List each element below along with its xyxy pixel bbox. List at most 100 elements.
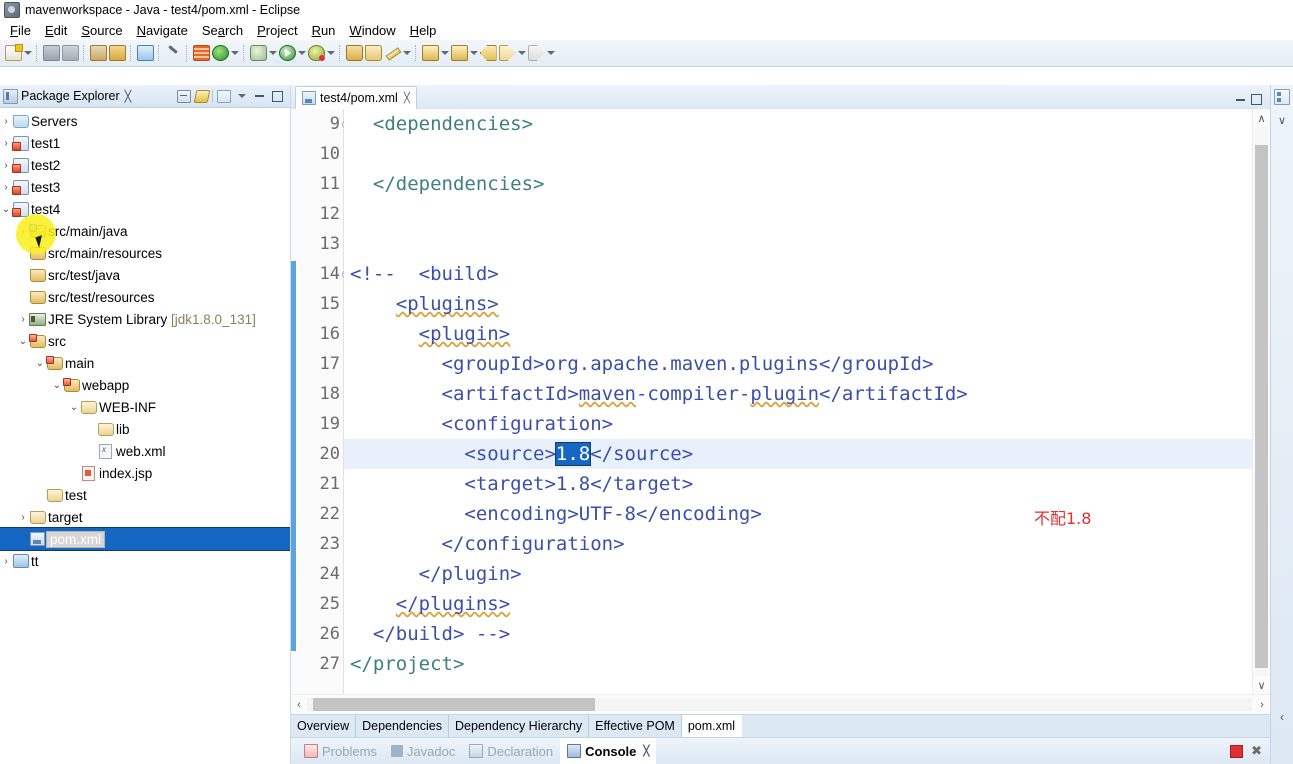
external-tools-dropdown-icon[interactable] bbox=[268, 45, 277, 61]
menu-item-file[interactable]: File bbox=[3, 22, 38, 39]
form-tab-dependencies[interactable]: Dependencies bbox=[356, 715, 450, 737]
search-dropdown-icon[interactable] bbox=[402, 45, 411, 61]
tree-item-main[interactable]: ⌄ main bbox=[0, 352, 290, 374]
code-line[interactable]: </project> bbox=[344, 649, 1252, 679]
tree-item-src[interactable]: ⌄ src bbox=[0, 330, 290, 352]
tree-item-src-test-resources[interactable]: src/test/resources bbox=[0, 286, 290, 308]
forward-dropdown-icon[interactable] bbox=[517, 45, 526, 61]
stop-button[interactable] bbox=[1230, 744, 1244, 758]
code-line[interactable]: <artifactId> maven -compiler-plugin </artif… bbox=[344, 379, 1252, 409]
new-wizard-icon[interactable] bbox=[4, 44, 23, 62]
previous-annotation-dropdown-icon[interactable] bbox=[440, 45, 449, 61]
print-icon[interactable] bbox=[89, 44, 107, 62]
package-explorer-tree[interactable]: › Servers › test1 › test2 › test3 ⌄ test4 › src/mai… bbox=[0, 108, 290, 764]
tree-item-webapp[interactable]: ⌄ webapp bbox=[0, 374, 290, 396]
chevron-down-icon[interactable]: ⌄ bbox=[17, 336, 29, 347]
close-icon[interactable]: ╳ bbox=[125, 90, 132, 103]
view-tab-javadoc[interactable]: Javadoc bbox=[384, 738, 462, 764]
chevron-right-icon[interactable]: › bbox=[0, 160, 12, 171]
undo-icon[interactable] bbox=[108, 44, 126, 62]
tree-item-web-inf[interactable]: ⌄ WEB-INF bbox=[0, 396, 290, 418]
forward-icon[interactable] bbox=[498, 44, 516, 62]
tree-item-pom-xml[interactable]: pom.xml bbox=[0, 527, 290, 551]
scroll-right-icon[interactable]: › bbox=[1254, 699, 1270, 711]
code-line[interactable]: <target>1.8</target> bbox=[344, 469, 1252, 499]
search-icon[interactable] bbox=[383, 44, 401, 62]
tree-item-test3[interactable]: › test3 bbox=[0, 176, 290, 198]
view-menu-icon[interactable] bbox=[216, 89, 231, 104]
code-area[interactable]: <dependencies> </dependencies> <!-- <bui… bbox=[344, 109, 1252, 694]
open-type-icon[interactable] bbox=[345, 44, 363, 62]
tree-item-src-test-java[interactable]: src/test/java bbox=[0, 264, 290, 286]
code-line[interactable]: <!-- <build> bbox=[344, 259, 1252, 289]
collapse-all-icon[interactable] bbox=[176, 89, 191, 104]
menu-item-edit[interactable]: Edit bbox=[38, 22, 74, 39]
minimize-icon[interactable] bbox=[1236, 98, 1245, 101]
code-line[interactable]: <encoding>UTF-8</encoding> bbox=[344, 499, 1252, 529]
arrow-icon[interactable] bbox=[527, 44, 545, 62]
save-all-icon[interactable] bbox=[61, 44, 79, 62]
scroll-up-icon[interactable]: ∧ bbox=[1257, 109, 1265, 127]
scroll-left-icon[interactable]: ‹ bbox=[291, 699, 307, 711]
tree-item-src-main-java[interactable]: › src/main/java bbox=[0, 220, 290, 242]
refresh-dropdown-icon[interactable] bbox=[230, 45, 239, 61]
code-line[interactable]: <dependencies> bbox=[344, 109, 1252, 139]
code-line[interactable]: </build> --> bbox=[344, 619, 1252, 649]
back-icon[interactable] bbox=[479, 44, 497, 62]
chevron-down-icon[interactable]: ⌄ bbox=[34, 358, 46, 369]
form-tab-pom-xml[interactable]: pom.xml bbox=[681, 715, 743, 737]
menu-item-window[interactable]: Window bbox=[342, 22, 402, 39]
code-line[interactable] bbox=[344, 199, 1252, 229]
arrow-dropdown-icon[interactable] bbox=[546, 45, 555, 61]
chevron-down-icon[interactable]: ⌄ bbox=[0, 204, 12, 215]
code-line[interactable]: <configuration> bbox=[344, 409, 1252, 439]
debug-icon[interactable] bbox=[307, 44, 325, 62]
previous-annotation-icon[interactable] bbox=[421, 44, 439, 62]
form-tab-overview[interactable]: Overview bbox=[291, 715, 357, 737]
pen-icon[interactable] bbox=[164, 44, 182, 62]
chevron-right-icon[interactable]: › bbox=[17, 226, 29, 237]
tree-item-tt[interactable]: › tt bbox=[0, 550, 290, 572]
editor-tab-pom-xml[interactable]: test4/pom.xml ╳ bbox=[295, 86, 417, 109]
outline-view-icon[interactable] bbox=[1274, 89, 1290, 105]
tree-item-test2[interactable]: › test2 bbox=[0, 154, 290, 176]
run-dropdown-icon[interactable] bbox=[297, 45, 306, 61]
close-icon[interactable]: ╳ bbox=[404, 93, 410, 104]
menu-item-project[interactable]: Project bbox=[250, 22, 304, 39]
chevron-right-icon[interactable]: › bbox=[0, 138, 12, 149]
next-annotation-icon[interactable] bbox=[450, 44, 468, 62]
vertical-scroll-track[interactable] bbox=[1255, 127, 1268, 676]
external-tools-icon[interactable] bbox=[249, 44, 267, 62]
chevron-right-icon[interactable]: › bbox=[17, 314, 29, 325]
tree-item-web-xml[interactable]: web.xml bbox=[0, 440, 290, 462]
menu-item-navigate[interactable]: Navigate bbox=[130, 22, 195, 39]
toggle-breadcrumb-icon[interactable] bbox=[136, 44, 154, 62]
form-tab-dependency-hierarchy[interactable]: Dependency Hierarchy bbox=[449, 715, 590, 737]
tree-item-index-jsp[interactable]: index.jsp bbox=[0, 462, 290, 484]
vertical-scroll-thumb[interactable] bbox=[1255, 145, 1268, 668]
horizontal-scroll-track[interactable] bbox=[307, 698, 1252, 711]
chevron-right-icon[interactable]: › bbox=[0, 556, 12, 567]
tree-item-target[interactable]: › target bbox=[0, 506, 290, 528]
code-line[interactable]: <source> 1.8 </source> bbox=[344, 439, 1252, 469]
chevron-down-icon[interactable]: ⌄ bbox=[68, 402, 80, 413]
next-annotation-dropdown-icon[interactable] bbox=[469, 45, 478, 61]
refresh-icon[interactable] bbox=[211, 44, 229, 62]
code-line[interactable]: </dependencies> bbox=[344, 169, 1252, 199]
maximize-icon[interactable] bbox=[270, 89, 285, 104]
code-line[interactable]: </plugins> bbox=[344, 589, 1252, 619]
editor-horizontal-scrollbar[interactable]: ‹ › bbox=[291, 694, 1270, 714]
code-line[interactable]: </plugin> bbox=[344, 559, 1252, 589]
horizontal-scroll-thumb[interactable] bbox=[313, 698, 595, 711]
menu-item-run[interactable]: Run bbox=[305, 22, 343, 39]
code-line[interactable]: <groupId>org.apache.maven.plugins</group… bbox=[344, 349, 1252, 379]
grid-icon[interactable] bbox=[192, 44, 210, 62]
restore-icon[interactable]: ‹ bbox=[1280, 710, 1284, 764]
chevron-right-icon[interactable]: › bbox=[17, 512, 29, 523]
tree-item-src-main-resources[interactable]: src/main/resources bbox=[0, 242, 290, 264]
close-console-button[interactable]: ✖ bbox=[1251, 743, 1262, 759]
chevron-down-icon[interactable]: ⌄ bbox=[51, 380, 63, 391]
tree-item-test1[interactable]: › test1 bbox=[0, 132, 290, 154]
save-icon[interactable] bbox=[42, 44, 60, 62]
code-line[interactable]: </configuration> bbox=[344, 529, 1252, 559]
